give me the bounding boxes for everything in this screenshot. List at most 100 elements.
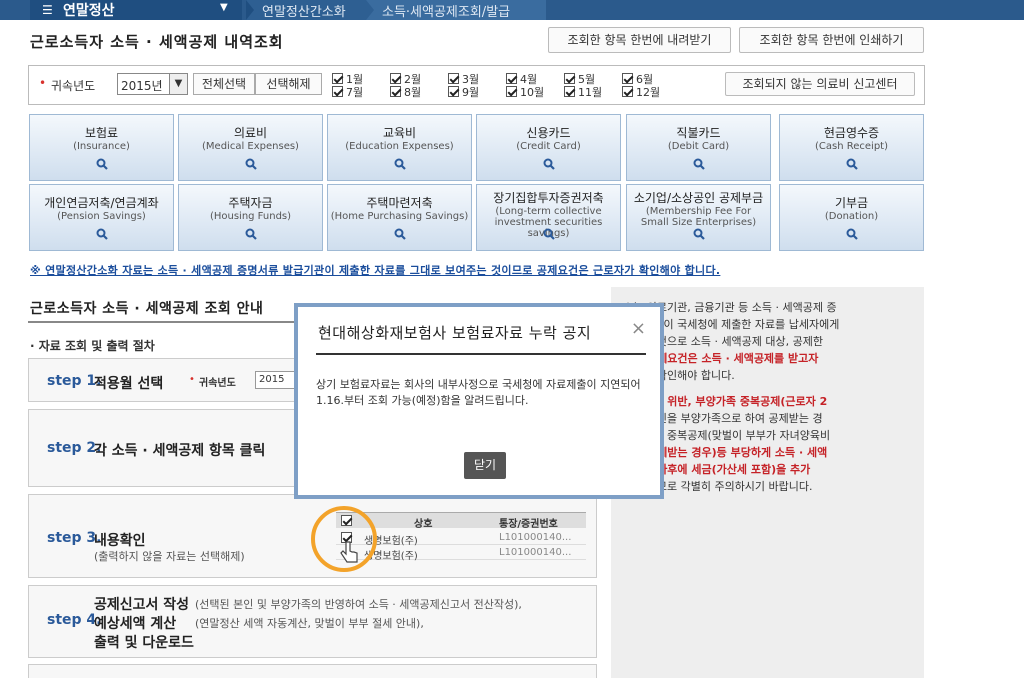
category-label: 소기업/소상공인 공제부금 bbox=[633, 191, 764, 205]
search-icon[interactable] bbox=[693, 158, 705, 170]
category-cash-receipt[interactable]: 현금영수증 (Cash Receipt) bbox=[779, 114, 924, 181]
category-label-en: (Education Expenses) bbox=[345, 141, 454, 152]
checkbox-checked-icon[interactable] bbox=[622, 86, 633, 97]
category-label-en: (Debit Card) bbox=[667, 141, 730, 152]
month-checkbox-11[interactable]: 11월 bbox=[564, 84, 602, 99]
close-icon[interactable]: × bbox=[631, 318, 646, 339]
step-title: 각 소득 · 세액공제 항목 클릭 bbox=[94, 443, 266, 459]
category-label-en: (Donation) bbox=[824, 211, 879, 222]
month-checkbox-5[interactable]: 5월 bbox=[564, 71, 595, 86]
checkbox-checked-icon[interactable] bbox=[332, 86, 343, 97]
top-nav: ☰ 연말정산 ▼ 연말정산간소화 소득·세액공제조회/발급 bbox=[0, 0, 1024, 20]
checkbox-checked-icon[interactable] bbox=[332, 73, 343, 84]
category-housing-funds[interactable]: 주택자금 (Housing Funds) bbox=[178, 184, 323, 251]
search-icon[interactable] bbox=[846, 158, 858, 170]
notice-link[interactable]: ※ 연말정산간소화 자료는 소득 · 세액공제 증명서류 발급기관이 제출한 자… bbox=[30, 262, 720, 278]
checkbox-checked-icon[interactable] bbox=[564, 73, 575, 84]
step-note: (선택된 본인 및 부양가족의 반영하여 소득 · 세액공제신고서 전산작성), bbox=[195, 598, 522, 611]
month-checkbox-8[interactable]: 8월 bbox=[390, 84, 421, 99]
category-long-term-investment[interactable]: 장기집합투자증권저축 (Long-term collective investm… bbox=[476, 184, 621, 251]
month-checkbox-12[interactable]: 12월 bbox=[622, 84, 660, 99]
search-icon[interactable] bbox=[96, 158, 108, 170]
category-label-en: (Home Purchasing Savings) bbox=[330, 211, 469, 222]
checkbox-checked-icon[interactable] bbox=[390, 86, 401, 97]
category-small-business-fund[interactable]: 소기업/소상공인 공제부금 (Membership Fee For Small … bbox=[626, 184, 771, 251]
step-title: 내용확인 bbox=[94, 533, 146, 549]
month-checkbox-1[interactable]: 1월 bbox=[332, 71, 363, 86]
category-education[interactable]: 교육비 (Education Expenses) bbox=[327, 114, 472, 181]
hand-cursor-icon bbox=[340, 541, 358, 563]
search-icon[interactable] bbox=[394, 158, 406, 170]
search-icon[interactable] bbox=[543, 228, 555, 240]
checkbox-checked-icon[interactable] bbox=[506, 73, 517, 84]
category-label: 기부금 bbox=[834, 196, 869, 210]
select-all-button[interactable]: 전체선택 bbox=[193, 73, 255, 95]
search-icon[interactable] bbox=[693, 228, 705, 240]
hamburger-icon[interactable]: ☰ bbox=[42, 3, 53, 17]
caret-down-icon[interactable]: ▼ bbox=[220, 2, 228, 13]
month-checkbox-2[interactable]: 2월 bbox=[390, 71, 421, 86]
category-label: 의료비 bbox=[233, 126, 268, 140]
category-home-purchasing-savings[interactable]: 주택마련저축 (Home Purchasing Savings) bbox=[327, 184, 472, 251]
month-checkbox-9[interactable]: 9월 bbox=[448, 84, 479, 99]
month-checkbox-6[interactable]: 6월 bbox=[622, 71, 653, 86]
year-select[interactable]: 2015년 ▼ bbox=[117, 73, 188, 95]
step-title: 공제신고서 작성 bbox=[94, 597, 190, 613]
search-icon[interactable] bbox=[245, 158, 257, 170]
page-title: 근로소득자 소득 · 세액공제 내역조회 bbox=[30, 33, 284, 51]
step1-year-label: 귀속년도 bbox=[199, 378, 236, 389]
filter-panel: • 귀속년도 2015년 ▼ 전체선택 선택해제 1월 7월 2월 8월 3월 … bbox=[28, 65, 925, 105]
year-select-value: 2015년 bbox=[121, 79, 163, 93]
checkbox-checked-icon[interactable] bbox=[506, 86, 517, 97]
print-all-button[interactable]: 조회한 항목 한번에 인쇄하기 bbox=[739, 27, 924, 53]
category-pension-savings[interactable]: 개인연금저축/연금계좌 (Pension Savings) bbox=[29, 184, 174, 251]
search-icon[interactable] bbox=[846, 228, 858, 240]
checkbox-checked-icon[interactable] bbox=[448, 73, 459, 84]
download-all-button[interactable]: 조회한 항목 한번에 내려받기 bbox=[548, 27, 731, 53]
checkbox-checked-icon[interactable] bbox=[390, 73, 401, 84]
category-label: 주택자금 bbox=[228, 196, 273, 210]
step-note: (출력하지 않을 자료는 선택해제) bbox=[94, 550, 245, 563]
category-debit-card[interactable]: 직불카드 (Debit Card) bbox=[626, 114, 771, 181]
month-checkbox-7[interactable]: 7월 bbox=[332, 84, 363, 99]
breadcrumb-item-2[interactable]: 소득·세액공제조회/발급 bbox=[366, 0, 546, 20]
deselect-button[interactable]: 선택해제 bbox=[255, 73, 322, 95]
category-label-en: (Insurance) bbox=[73, 141, 130, 152]
search-icon[interactable] bbox=[245, 228, 257, 240]
guide-title: 근로소득자 소득 · 세액공제 조회 안내 bbox=[30, 301, 264, 317]
main-menu-label: 연말정산 bbox=[63, 3, 115, 19]
table-header-cell: 통장/증권번호 bbox=[499, 519, 558, 530]
category-donation[interactable]: 기부금 (Donation) bbox=[779, 184, 924, 251]
category-credit-card[interactable]: 신용카드 (Credit Card) bbox=[476, 114, 621, 181]
month-checkbox-4[interactable]: 4월 bbox=[506, 71, 537, 86]
medical-report-center-button[interactable]: 조회되지 않는 의료비 신고센터 bbox=[725, 72, 915, 96]
search-icon[interactable] bbox=[543, 158, 555, 170]
modal-close-button[interactable]: 닫기 bbox=[464, 452, 506, 479]
month-checkbox-10[interactable]: 10월 bbox=[506, 84, 544, 99]
category-label: 주택마련저축 bbox=[366, 196, 433, 210]
search-icon[interactable] bbox=[394, 228, 406, 240]
category-label-en: (Membership Fee For bbox=[645, 206, 752, 217]
month-checkbox-3[interactable]: 3월 bbox=[448, 71, 479, 86]
category-label-en: (Pension Savings) bbox=[57, 211, 146, 222]
checkbox-checked-icon[interactable] bbox=[448, 86, 459, 97]
category-label-en: (Medical Expenses) bbox=[202, 141, 299, 152]
category-medical[interactable]: 의료비 (Medical Expenses) bbox=[178, 114, 323, 181]
search-icon[interactable] bbox=[96, 228, 108, 240]
step-title: 적용월 선택 bbox=[94, 376, 164, 392]
modal-body: 상기 보험료자료는 회사의 내부사정으로 국세청에 자료제출이 지연되어 1.1… bbox=[316, 378, 641, 407]
checkbox-checked-icon[interactable] bbox=[622, 73, 633, 84]
step-title: 예상세액 계산 bbox=[94, 616, 177, 632]
checkbox-checked-icon[interactable] bbox=[564, 86, 575, 97]
category-label: 교육비 bbox=[382, 126, 417, 140]
notice-modal: 현대해상화재보험사 보험료자료 누락 공지 × 상기 보험료자료는 회사의 내부… bbox=[294, 303, 664, 499]
category-insurance[interactable]: 보험료 (Insurance) bbox=[29, 114, 174, 181]
chevron-down-icon[interactable]: ▼ bbox=[169, 74, 187, 94]
table-cell: L101000140... bbox=[499, 547, 572, 558]
category-label: 장기집합투자증권저축 bbox=[493, 191, 604, 205]
main-menu[interactable]: ☰ 연말정산 ▼ bbox=[30, 0, 242, 20]
modal-title: 현대해상화재보험사 보험료자료 누락 공지 bbox=[318, 324, 592, 342]
step-title: 출력 및 다운로드 bbox=[94, 635, 194, 651]
category-label: 신용카드 bbox=[526, 126, 571, 140]
breadcrumb-item-1[interactable]: 연말정산간소화 bbox=[246, 0, 366, 20]
